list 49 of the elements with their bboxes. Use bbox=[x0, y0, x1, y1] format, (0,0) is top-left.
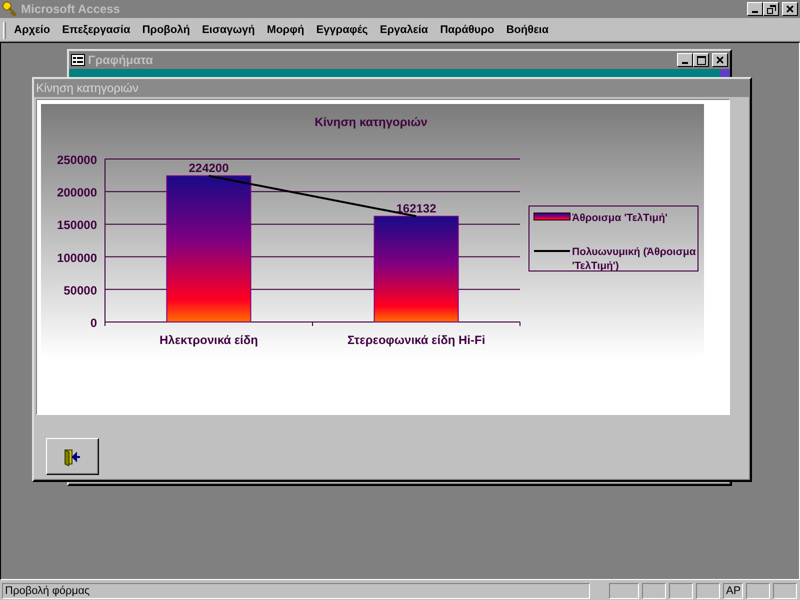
axis-tick-label: 0 bbox=[90, 316, 97, 330]
category-label: Ηλεκτρονικά είδη bbox=[160, 333, 258, 347]
status-indicator: ΑΡ bbox=[723, 583, 743, 599]
data-label: 224200 bbox=[188, 160, 229, 175]
window-title: Κίνηση κατηγοριών bbox=[36, 80, 138, 97]
menu-item[interactable]: Παράθυρο bbox=[440, 22, 494, 39]
menu-item[interactable]: Μορφή bbox=[266, 22, 304, 39]
restore-button[interactable] bbox=[763, 2, 779, 16]
axis-tick-label: 50000 bbox=[64, 283, 97, 298]
legend-label: Άθροισμα 'ΤελΤιμή' bbox=[572, 212, 668, 224]
chart-title: Κίνηση κατηγοριών bbox=[314, 115, 428, 129]
axis-tick-label: 200000 bbox=[56, 186, 97, 200]
status-panel bbox=[773, 583, 797, 599]
menu-item[interactable]: Επεξεργασία bbox=[62, 22, 130, 39]
category-label: Στερεοφωνικά είδη Hi-Fi bbox=[347, 333, 486, 347]
close-icon bbox=[716, 56, 724, 64]
legend-line-swatch bbox=[534, 250, 570, 252]
data-label: 162132 bbox=[396, 201, 436, 216]
form-icon bbox=[71, 54, 85, 66]
menu-item[interactable]: Βοήθεια bbox=[506, 22, 549, 39]
status-text: Προβολή φόρμας bbox=[2, 583, 590, 599]
axis-tick-label: 100000 bbox=[56, 250, 97, 265]
status-panel bbox=[642, 583, 666, 599]
minimize-button[interactable] bbox=[677, 53, 693, 67]
menu-item[interactable]: Εγγραφές bbox=[316, 22, 368, 39]
status-panel bbox=[696, 583, 720, 599]
window-title: Γραφήματα bbox=[88, 52, 154, 69]
maximize-button[interactable] bbox=[693, 53, 709, 67]
key-icon bbox=[2, 1, 18, 17]
axis-tick-label: 250000 bbox=[56, 153, 97, 167]
close-button[interactable] bbox=[782, 2, 798, 16]
window-title: Microsoft Access bbox=[21, 1, 120, 18]
door-exit-icon bbox=[62, 448, 82, 466]
axis-tick-label: 150000 bbox=[56, 218, 97, 232]
status-panel bbox=[609, 583, 639, 599]
menu-item[interactable]: Προβολή bbox=[142, 22, 190, 39]
status-panel bbox=[669, 583, 693, 599]
legend-bar-swatch bbox=[534, 212, 570, 220]
maximize-icon bbox=[696, 56, 706, 64]
menu-item[interactable]: Εισαγωγή bbox=[202, 22, 255, 39]
legend-label: Πολυωνυμική (Άθροισμα 'ΤελΤιμή') bbox=[572, 246, 696, 272]
menu-item[interactable]: Αρχείο bbox=[14, 22, 50, 39]
menu-item[interactable]: Εργαλεία bbox=[380, 22, 428, 39]
close-button[interactable] bbox=[712, 53, 728, 67]
exit-button[interactable] bbox=[46, 438, 99, 475]
restore-icon bbox=[766, 4, 776, 14]
status-panel bbox=[746, 583, 770, 599]
minimize-button[interactable] bbox=[747, 2, 763, 16]
close-icon bbox=[786, 5, 794, 13]
